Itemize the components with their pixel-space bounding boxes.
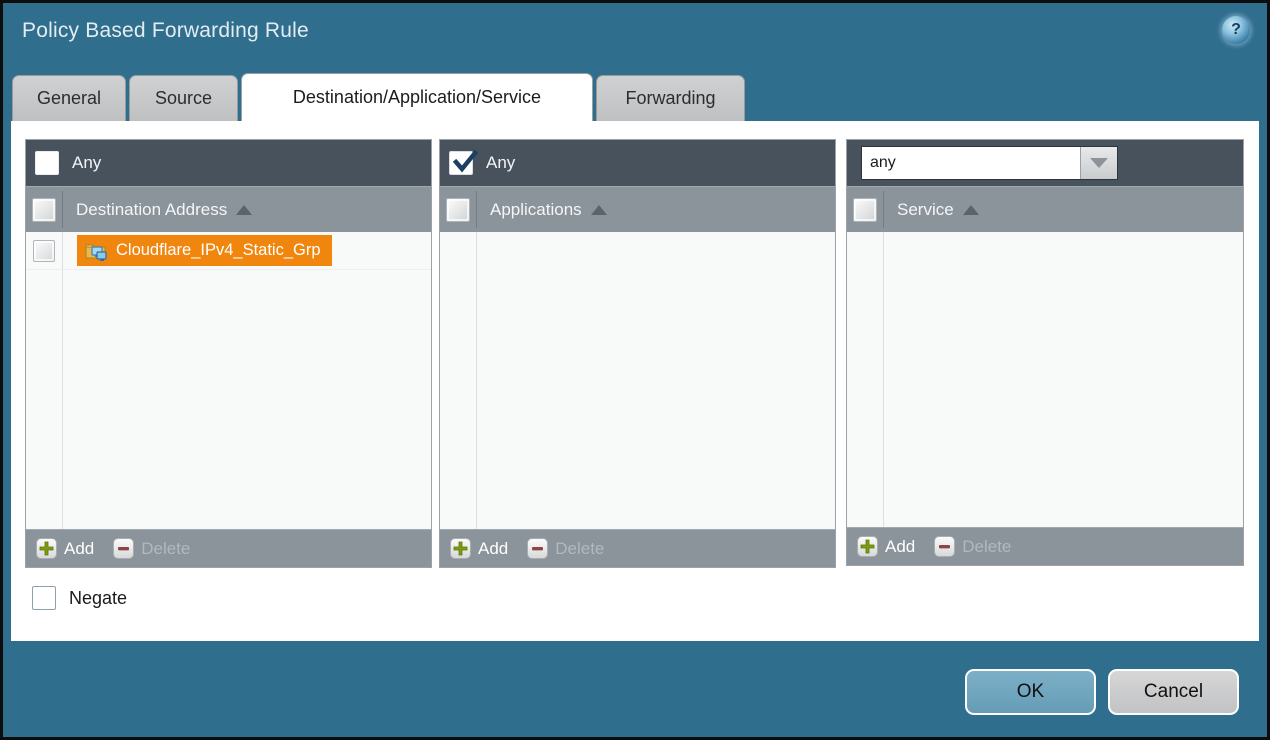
help-icon[interactable]: ? bbox=[1222, 16, 1250, 44]
negate-option: Negate bbox=[32, 586, 127, 610]
add-button-label: Add bbox=[885, 537, 915, 557]
destination-header-label: Destination Address bbox=[76, 200, 227, 220]
destination-select-all-checkbox[interactable] bbox=[32, 198, 56, 222]
add-button-label: Add bbox=[478, 539, 508, 559]
checkmark-icon bbox=[451, 148, 479, 176]
destination-any-checkbox[interactable] bbox=[35, 151, 59, 175]
service-select-all-checkbox[interactable] bbox=[853, 198, 877, 222]
add-button-label: Add bbox=[64, 539, 94, 559]
negate-label: Negate bbox=[69, 588, 127, 609]
list-separator bbox=[883, 232, 884, 527]
destination-add-button[interactable]: Add bbox=[36, 538, 94, 559]
applications-any-bar: Any bbox=[440, 140, 835, 186]
header-separator bbox=[62, 191, 63, 228]
tab-general[interactable]: General bbox=[12, 75, 126, 121]
service-dropdown-button[interactable] bbox=[1080, 147, 1117, 179]
applications-column-header[interactable]: Applications bbox=[440, 186, 835, 232]
applications-header-label: Applications bbox=[490, 200, 582, 220]
applications-add-button[interactable]: Add bbox=[450, 538, 508, 559]
service-header-label: Service bbox=[897, 200, 954, 220]
service-panel: any Service Add bbox=[846, 139, 1244, 566]
applications-list bbox=[440, 232, 835, 529]
service-dropdown-bar: any bbox=[847, 140, 1243, 186]
ok-button[interactable]: OK bbox=[965, 669, 1096, 715]
add-plus-icon bbox=[857, 536, 878, 557]
cancel-button[interactable]: Cancel bbox=[1108, 669, 1239, 715]
destination-column-header[interactable]: Destination Address bbox=[26, 186, 431, 232]
applications-select-all-checkbox[interactable] bbox=[446, 198, 470, 222]
destination-address-item[interactable]: Cloudflare_IPv4_Static_Grp bbox=[77, 235, 332, 266]
header-separator bbox=[883, 191, 884, 228]
service-list bbox=[847, 232, 1243, 527]
tab-destination-label: Destination/Application/Service bbox=[293, 87, 541, 108]
delete-button-label: Delete bbox=[555, 539, 604, 559]
applications-any-label: Any bbox=[486, 153, 515, 173]
add-plus-icon bbox=[450, 538, 471, 559]
sort-ascending-icon bbox=[591, 205, 607, 215]
tab-forwarding[interactable]: Forwarding bbox=[596, 75, 745, 121]
service-dropdown[interactable]: any bbox=[861, 146, 1118, 180]
tab-source[interactable]: Source bbox=[129, 75, 238, 121]
applications-any-checkbox[interactable] bbox=[449, 151, 473, 175]
tab-content: Any Destination Address bbox=[11, 121, 1259, 641]
title-bar: Policy Based Forwarding Rule ? bbox=[3, 3, 1267, 69]
sort-ascending-icon bbox=[236, 205, 252, 215]
address-group-icon bbox=[85, 241, 108, 261]
service-add-button[interactable]: Add bbox=[857, 536, 915, 557]
destination-address-name: Cloudflare_IPv4_Static_Grp bbox=[116, 241, 321, 260]
help-glyph: ? bbox=[1231, 21, 1241, 39]
add-plus-icon bbox=[36, 538, 57, 559]
negate-checkbox[interactable] bbox=[32, 586, 56, 610]
applications-panel: Any Applications Add bbox=[439, 139, 836, 568]
delete-minus-icon bbox=[527, 538, 548, 559]
tab-source-label: Source bbox=[155, 88, 212, 109]
applications-delete-button[interactable]: Delete bbox=[527, 538, 604, 559]
dialog-title: Policy Based Forwarding Rule bbox=[22, 19, 309, 43]
delete-button-label: Delete bbox=[962, 537, 1011, 557]
delete-minus-icon bbox=[113, 538, 134, 559]
policy-based-forwarding-dialog: Policy Based Forwarding Rule ? General S… bbox=[0, 0, 1270, 740]
list-separator bbox=[62, 232, 63, 529]
delete-minus-icon bbox=[934, 536, 955, 557]
tab-destination-application-service[interactable]: Destination/Application/Service bbox=[241, 73, 593, 121]
ok-button-label: OK bbox=[1017, 681, 1044, 703]
service-delete-button[interactable]: Delete bbox=[934, 536, 1011, 557]
table-row: Cloudflare_IPv4_Static_Grp bbox=[26, 232, 431, 270]
destination-address-panel: Any Destination Address bbox=[25, 139, 432, 568]
destination-any-label: Any bbox=[72, 153, 101, 173]
tab-forwarding-label: Forwarding bbox=[625, 88, 715, 109]
chevron-down-icon bbox=[1090, 158, 1108, 168]
service-dropdown-value: any bbox=[862, 147, 1080, 179]
list-separator bbox=[476, 232, 477, 529]
tab-general-label: General bbox=[37, 88, 101, 109]
service-footer: Add Delete bbox=[847, 527, 1243, 565]
tab-bar: General Source Destination/Application/S… bbox=[12, 73, 745, 121]
destination-footer: Add Delete bbox=[26, 529, 431, 567]
service-column-header[interactable]: Service bbox=[847, 186, 1243, 232]
delete-button-label: Delete bbox=[141, 539, 190, 559]
destination-any-bar: Any bbox=[26, 140, 431, 186]
destination-list: Cloudflare_IPv4_Static_Grp bbox=[26, 232, 431, 529]
sort-ascending-icon bbox=[963, 205, 979, 215]
header-separator bbox=[476, 191, 477, 228]
cancel-button-label: Cancel bbox=[1144, 681, 1203, 703]
destination-row-checkbox[interactable] bbox=[33, 240, 55, 262]
applications-footer: Add Delete bbox=[440, 529, 835, 567]
destination-delete-button[interactable]: Delete bbox=[113, 538, 190, 559]
